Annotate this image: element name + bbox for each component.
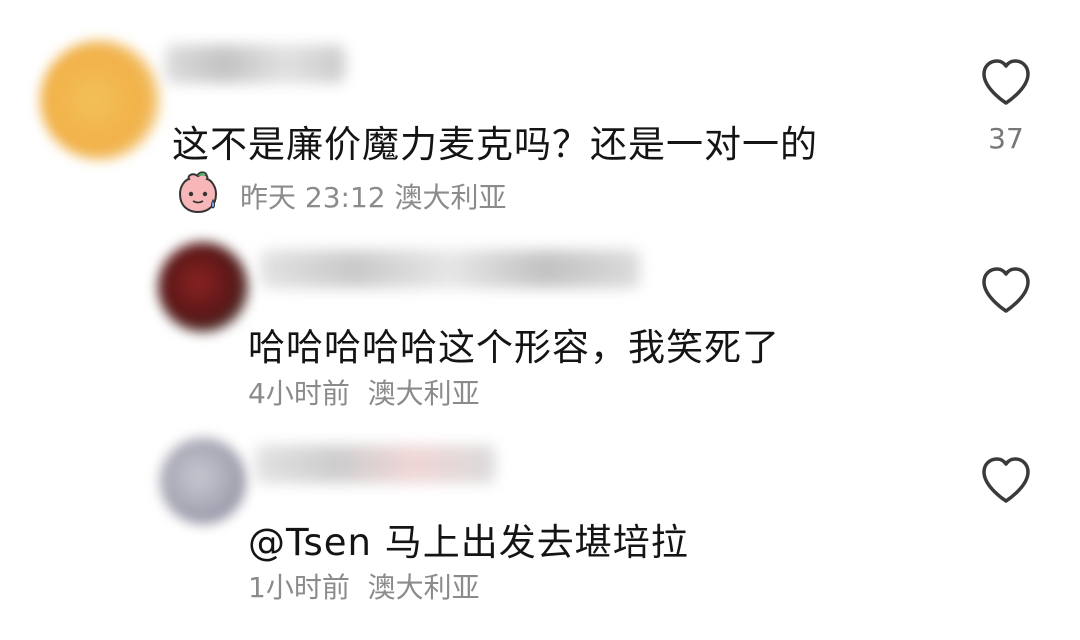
peach-emoji-icon: [178, 171, 218, 214]
comment-text: 这不是廉价魔力麦克吗？还是一对一的: [172, 123, 818, 166]
heart-outline-icon: [982, 457, 1030, 503]
reply-location: 澳大利亚: [367, 571, 480, 604]
like-button[interactable]: [976, 266, 1036, 330]
username-redacted[interactable]: [260, 250, 640, 288]
avatar[interactable]: [160, 438, 246, 524]
like-button[interactable]: [976, 456, 1036, 520]
heart-outline-icon: [982, 59, 1030, 105]
comment-time: 昨天 23:12: [240, 181, 386, 214]
avatar[interactable]: [40, 40, 160, 160]
reply-time: 4小时前: [248, 377, 350, 410]
username-redacted[interactable]: [165, 45, 345, 83]
reply-text: @Tsen 马上出发去堪培拉: [248, 521, 689, 564]
reply-location: 澳大利亚: [367, 377, 480, 410]
username-redacted[interactable]: [255, 445, 495, 483]
comment-location: 澳大利亚: [394, 181, 507, 214]
comment-meta: 昨天 23:12 澳大利亚: [240, 176, 507, 216]
reply-text: 哈哈哈哈哈这个形容，我笑死了: [248, 326, 780, 369]
avatar[interactable]: [158, 242, 248, 332]
reply-meta: 4小时前 澳大利亚: [248, 372, 480, 412]
heart-outline-icon: [982, 267, 1030, 313]
reply-meta: 1小时前 澳大利亚: [248, 566, 480, 606]
like-button[interactable]: 37: [976, 58, 1036, 155]
like-count: 37: [988, 122, 1024, 155]
reply-time: 1小时前: [248, 571, 350, 604]
